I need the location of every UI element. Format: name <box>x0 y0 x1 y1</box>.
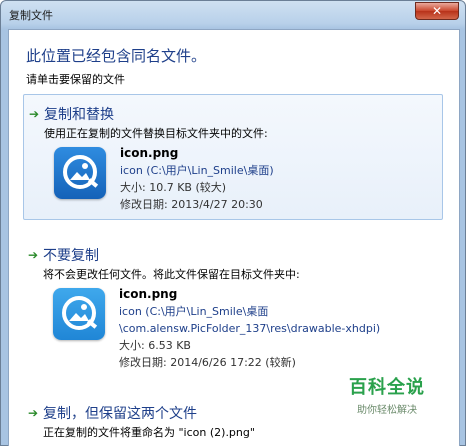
close-button[interactable]: ✕ <box>415 2 459 20</box>
option-description: 使用正在复制的文件替换目标文件夹中的文件: <box>44 127 268 140</box>
file-name: icon.png <box>120 146 179 160</box>
watermark-subtitle: 助你轻松解决 <box>357 405 417 416</box>
window-title: 复制文件 <box>9 9 53 22</box>
file-path-continued: \com.alensw.PicFolder_137\res\drawable-x… <box>119 322 381 335</box>
file-size: 大小: 10.7 KB (较大) <box>120 181 227 194</box>
option-title: 不要复制 <box>43 248 99 264</box>
conflict-headline: 此位置已经包含同名文件。 <box>26 47 207 65</box>
file-modified: 修改日期: 2014/6/26 17:22 (较新) <box>119 356 296 369</box>
option-copy-and-replace[interactable]: ➔ 复制和替换 使用正在复制的文件替换目标文件夹中的文件: icon.png i… <box>23 94 443 220</box>
image-file-icon <box>53 288 105 340</box>
file-path: icon (C:\用户\Lin_Smile\桌面) <box>120 164 274 177</box>
option-dont-copy[interactable]: ➔ 不要复制 将不会更改任何文件。将此文件保留在目标文件夹中: icon.png… <box>23 236 443 378</box>
watermark: 百科全说 助你轻松解决 <box>349 373 425 416</box>
file-path: icon (C:\用户\Lin_Smile\桌面 <box>119 305 269 318</box>
file-modified: 修改日期: 2013/4/27 20:30 <box>120 198 263 211</box>
option-description: 将不会更改任何文件。将此文件保留在目标文件夹中: <box>43 268 300 281</box>
file-size: 大小: 6.53 KB <box>119 339 191 352</box>
instruction-text: 请单击要保留的文件 <box>26 73 125 86</box>
option-title: 复制和替换 <box>44 107 114 123</box>
title-bar[interactable]: 复制文件 ✕ <box>1 1 465 27</box>
watermark-title: 百科全说 <box>349 377 425 398</box>
copy-file-dialog: 复制文件 ✕ 此位置已经包含同名文件。 请单击要保留的文件 ➔ 复制和替换 使用… <box>0 0 466 446</box>
file-name: icon.png <box>119 287 178 301</box>
option-description: 正在复制的文件将重命名为 "icon (2).png" <box>43 426 255 439</box>
green-arrow-icon: ➔ <box>28 248 39 262</box>
file-info: icon.png icon (C:\用户\Lin_Smile\桌面) 大小: 1… <box>120 145 274 213</box>
green-arrow-icon: ➔ <box>28 406 39 420</box>
image-file-icon <box>54 147 106 199</box>
file-info: icon.png icon (C:\用户\Lin_Smile\桌面 \com.a… <box>119 286 380 371</box>
green-arrow-icon: ➔ <box>29 107 40 121</box>
option-title: 复制，但保留这两个文件 <box>43 406 197 422</box>
